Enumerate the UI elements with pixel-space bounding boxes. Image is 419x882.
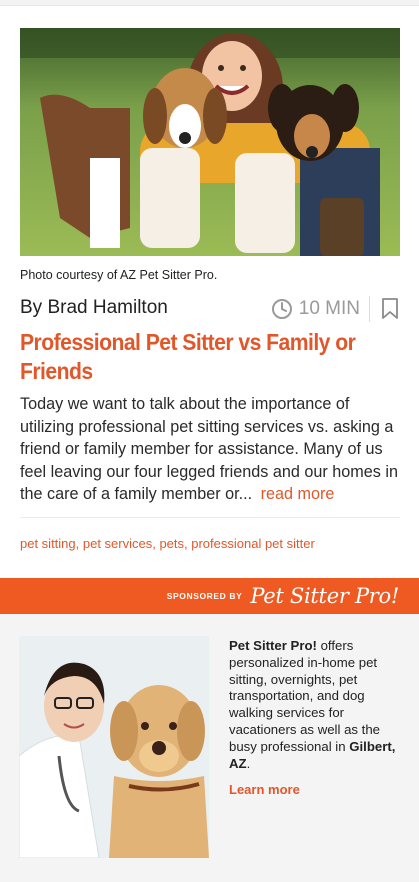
hero-photo: [20, 28, 400, 256]
read-time-label: 10 MIN: [298, 298, 360, 319]
article-excerpt: Today we want to talk about the importan…: [20, 393, 406, 506]
promo-brand: Pet Sitter Pro!: [229, 638, 317, 653]
photo-caption: Photo courtesy of AZ Pet Sitter Pro.: [20, 268, 218, 282]
learn-more-link[interactable]: Learn more: [229, 782, 401, 799]
top-rule: [0, 0, 419, 6]
promo-image[interactable]: [19, 636, 209, 858]
promo-period: .: [246, 755, 251, 771]
promo-photo: [19, 636, 209, 858]
sponsor-logo[interactable]: Pet Sitter Pro!: [250, 584, 399, 608]
sponsored-by-label: SPONSORED BY: [166, 591, 243, 601]
read-time: 10 MIN: [271, 296, 360, 322]
clock-icon: [271, 299, 292, 319]
excerpt-text: Today we want to talk about the importan…: [20, 395, 398, 503]
section-divider: [20, 517, 400, 518]
bookmark-icon[interactable]: [380, 298, 400, 320]
author-byline: By Brad Hamilton: [20, 297, 168, 318]
article-tags[interactable]: pet sitting, pet services, pets, profess…: [20, 536, 315, 551]
byline-row: By Brad Hamilton 10 MIN: [20, 296, 400, 322]
byline-divider: [369, 296, 370, 322]
article-title[interactable]: Professional Pet Sitter vs Family or Fri…: [20, 328, 370, 386]
sponsor-bar: SPONSORED BY Pet Sitter Pro!: [0, 578, 419, 614]
promo-description: Pet Sitter Pro! offers personalized in-h…: [229, 638, 401, 799]
sponsor-promo: Pet Sitter Pro! offers personalized in-h…: [0, 614, 419, 882]
hero-image[interactable]: [20, 28, 400, 256]
read-more-link[interactable]: read more: [261, 485, 335, 503]
promo-body: offers personalized in-home pet sitting,…: [229, 638, 380, 754]
